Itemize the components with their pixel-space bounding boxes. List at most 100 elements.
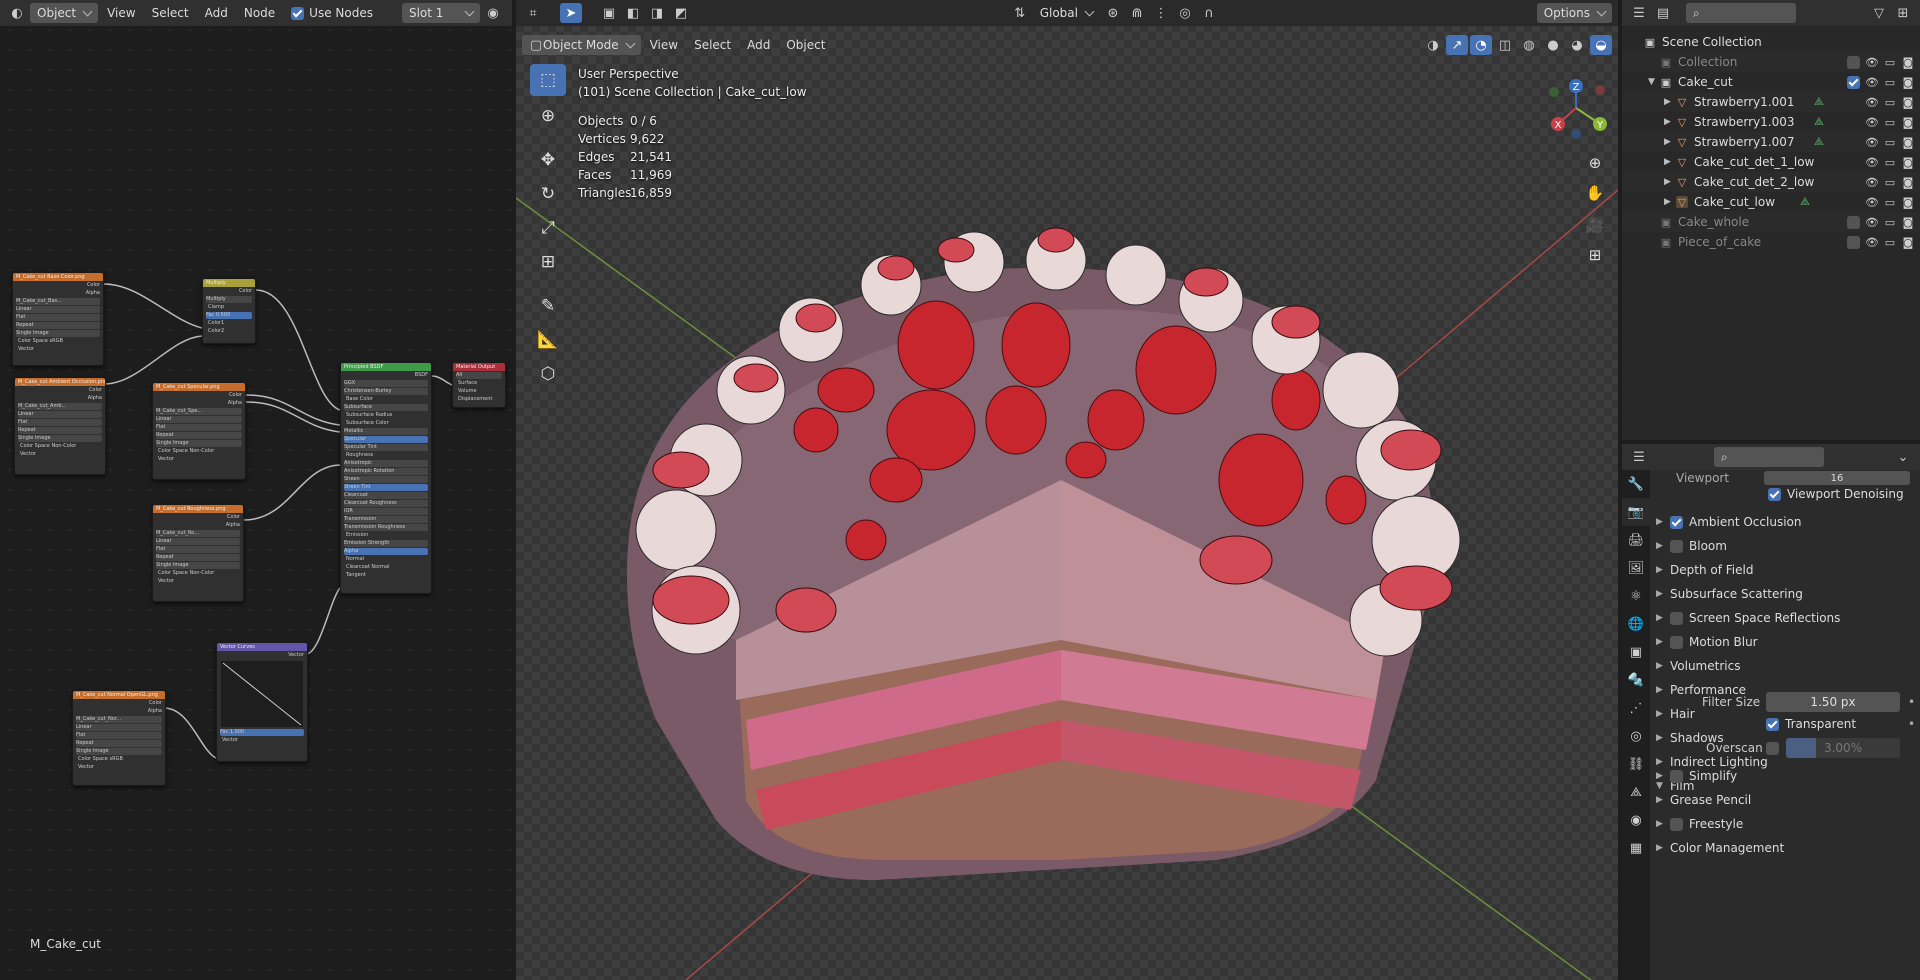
mesh-data-icon[interactable]: ⟁ <box>1814 135 1824 149</box>
panel-enable-checkbox[interactable] <box>1670 539 1683 553</box>
node-principled-sheen[interactable]: Sheen <box>344 476 428 483</box>
camera-icon[interactable]: ◙ <box>1902 216 1914 229</box>
outliner[interactable]: ☰ ▤ ⌕ ▽ ⊞ ▣ Scene Collection ▣ Collectio… <box>1622 0 1920 440</box>
add-cube-tool[interactable]: ⬡ <box>530 358 566 390</box>
material-tab-icon[interactable]: ◉ <box>1622 806 1650 834</box>
node-principled-ior[interactable]: IOR <box>344 508 428 515</box>
node-specular-interp[interactable]: Linear <box>156 416 242 423</box>
node-multiply-fac[interactable]: Fac 0.500 <box>206 312 252 319</box>
outliner-editor-icon[interactable]: ☰ <box>1628 3 1650 23</box>
monitor-icon[interactable]: ▭ <box>1884 176 1896 189</box>
tool-tab-icon[interactable]: 🔧 <box>1622 470 1650 498</box>
panel-shadows[interactable]: ▶ Shadows <box>1656 726 1920 750</box>
eye-icon[interactable]: 👁 <box>1865 76 1879 89</box>
node-roughness-ext[interactable]: Repeat <box>156 554 240 561</box>
node-normal-ext[interactable]: Repeat <box>76 740 162 747</box>
expand-arrow-icon[interactable]: ▼ <box>1648 77 1655 87</box>
monitor-icon[interactable]: ▭ <box>1884 196 1896 209</box>
panel-subsurface-scattering[interactable]: ▶ Subsurface Scattering <box>1656 582 1920 606</box>
node-base-color-cs-value[interactable]: sRGB <box>49 338 62 344</box>
outliner-display-mode-icon[interactable]: ▤ <box>1652 3 1674 23</box>
monitor-icon[interactable]: ▭ <box>1884 156 1896 169</box>
data-tab-icon[interactable]: ⟁ <box>1622 778 1650 806</box>
node-base-color-interp[interactable]: Linear <box>16 306 100 313</box>
node-ao-ext[interactable]: Repeat <box>18 427 102 434</box>
expand-arrow-icon[interactable]: ▶ <box>1664 197 1671 207</box>
viewport-denoising-checkbox[interactable] <box>1768 487 1781 501</box>
node-principled-clearcoat[interactable]: Clearcoat <box>344 492 428 499</box>
scale-tool[interactable]: ⤢ <box>530 212 566 244</box>
mesh-data-icon[interactable]: ⟁ <box>1814 95 1824 109</box>
panel-depth-of-field[interactable]: ▶ Depth of Field <box>1656 558 1920 582</box>
panel-expand-arrow-icon[interactable]: ▶ <box>1656 565 1670 575</box>
node-specular-cs-value[interactable]: Non-Color <box>189 448 214 454</box>
node-multiply[interactable]: Multiply Color Multiply Clamp Fac 0.500 … <box>202 278 256 344</box>
node-ao-interp[interactable]: Linear <box>18 411 102 418</box>
node-ao-proj[interactable]: Flat <box>18 419 102 426</box>
panel-simplify[interactable]: ▶ Simplify <box>1656 764 1920 788</box>
node-base-color-texture[interactable]: M_Cake_cut Base Color.png Color Alpha M_… <box>12 272 104 366</box>
expand-arrow-icon[interactable]: ▶ <box>1664 117 1671 127</box>
outliner-row-scene[interactable]: ▣ Scene Collection <box>1622 32 1920 52</box>
texture-tab-icon[interactable]: ▦ <box>1622 834 1650 862</box>
node-editor[interactable]: ◐ Object View Select Add Node Use Nodes … <box>0 0 512 980</box>
panel-volumetrics[interactable]: ▶ Volumetrics <box>1656 654 1920 678</box>
panel-color-management[interactable]: ▶ Color Management <box>1656 836 1920 860</box>
expand-arrow-icon[interactable]: ▶ <box>1664 97 1671 107</box>
node-principled-ss-method[interactable]: Christensen-Burley <box>344 388 428 395</box>
panel-motion-blur[interactable]: ▶ Motion Blur <box>1656 630 1920 654</box>
panel-expand-arrow-icon[interactable]: ▶ <box>1656 661 1670 671</box>
node-principled-metallic[interactable]: Metallic <box>344 428 428 435</box>
eye-icon[interactable]: 👁 <box>1865 176 1879 189</box>
3d-viewport[interactable]: ⌗ ➤ ▣ ◧ ◨ ◩ ⇅ Global ⊛ ⋒ ⋮ ◎ ∩ Options ▢… <box>516 0 1618 980</box>
node-material-output[interactable]: Material Output All Surface Volume Displ… <box>452 362 506 408</box>
node-specular-texture[interactable]: M_Cake_cut Specular.png Color Alpha M_Ca… <box>152 382 246 480</box>
new-collection-icon[interactable]: ⊞ <box>1892 3 1914 23</box>
node-base-color-ext[interactable]: Repeat <box>16 322 100 329</box>
panel-bloom[interactable]: ▶ Bloom <box>1656 534 1920 558</box>
panel-grease-pencil[interactable]: ▶ Grease Pencil <box>1656 788 1920 812</box>
exclude-checkbox[interactable] <box>1847 235 1860 249</box>
node-principled-cc-rough[interactable]: Clearcoat Roughness <box>344 500 428 507</box>
node-base-color-source[interactable]: Single Image <box>16 330 100 337</box>
node-vector-curves[interactable]: Vector Curves Vector Fac 1.000 Vector <box>216 642 308 762</box>
camera-icon[interactable]: ◙ <box>1902 76 1914 89</box>
panel-expand-arrow-icon[interactable]: ▶ <box>1656 589 1670 599</box>
outliner-row-cake-whole[interactable]: ▣ Cake_whole 👁 ▭ ◙ <box>1622 212 1920 232</box>
ortho-grid-icon[interactable]: ⊞ <box>1582 242 1608 268</box>
outliner-row-det-1[interactable]: ▶ ▽ Cake_cut_det_1_low 👁 ▭ ◙ <box>1622 152 1920 172</box>
outliner-row-cake-cut[interactable]: ▼ ▣ Cake_cut 👁 ▭ ◙ <box>1622 72 1920 92</box>
node-normal-proj[interactable]: Flat <box>76 732 162 739</box>
outliner-row-strawberry-001[interactable]: ▶ ▽ Strawberry1.001 ⟁ 👁 ▭ ◙ <box>1622 92 1920 112</box>
monitor-icon[interactable]: ▭ <box>1884 76 1896 89</box>
panel-expand-arrow-icon[interactable]: ▶ <box>1656 709 1670 719</box>
node-base-color-proj[interactable]: Flat <box>16 314 100 321</box>
node-roughness-source[interactable]: Single Image <box>156 562 240 569</box>
camera-icon[interactable]: ◙ <box>1902 116 1914 129</box>
node-specular-ext[interactable]: Repeat <box>156 432 242 439</box>
panel-expand-arrow-icon[interactable]: ▶ <box>1656 517 1670 527</box>
panel-expand-arrow-icon[interactable]: ▶ <box>1656 795 1670 805</box>
outliner-row-cake-cut-low[interactable]: ▶ ▽ Cake_cut_low ⟁ 👁 ▭ ◙ <box>1622 192 1920 212</box>
eye-icon[interactable]: 👁 <box>1865 216 1879 229</box>
transform-tool[interactable]: ⊞ <box>530 246 566 278</box>
view-layer-tab-icon[interactable]: 🖼 <box>1622 554 1650 582</box>
panel-expand-arrow-icon[interactable]: ▶ <box>1656 819 1670 829</box>
monitor-icon[interactable]: ▭ <box>1884 56 1896 69</box>
node-roughness-cs-value[interactable]: Non-Color <box>189 570 214 576</box>
outliner-row-strawberry-003[interactable]: ▶ ▽ Strawberry1.003 ⟁ 👁 ▭ ◙ <box>1622 112 1920 132</box>
node-normal-interp[interactable]: Linear <box>76 724 162 731</box>
physics-tab-icon[interactable]: ◎ <box>1622 722 1650 750</box>
monitor-icon[interactable]: ▭ <box>1884 116 1896 129</box>
camera-icon[interactable]: ◙ <box>1902 156 1914 169</box>
object-tab-icon[interactable]: ▣ <box>1622 638 1650 666</box>
node-roughness-proj[interactable]: Flat <box>156 546 240 553</box>
mesh-data-icon[interactable]: ⟁ <box>1814 115 1824 129</box>
particles-tab-icon[interactable]: ⋰ <box>1622 694 1650 722</box>
properties-search[interactable]: ⌕ <box>1714 447 1824 467</box>
node-multiply-blend[interactable]: Multiply <box>206 296 252 303</box>
monitor-icon[interactable]: ▭ <box>1884 216 1896 229</box>
curve-graph[interactable] <box>221 661 303 727</box>
node-multiply-clamp[interactable]: Clamp <box>206 304 252 311</box>
panel-expand-arrow-icon[interactable]: ▶ <box>1656 637 1670 647</box>
